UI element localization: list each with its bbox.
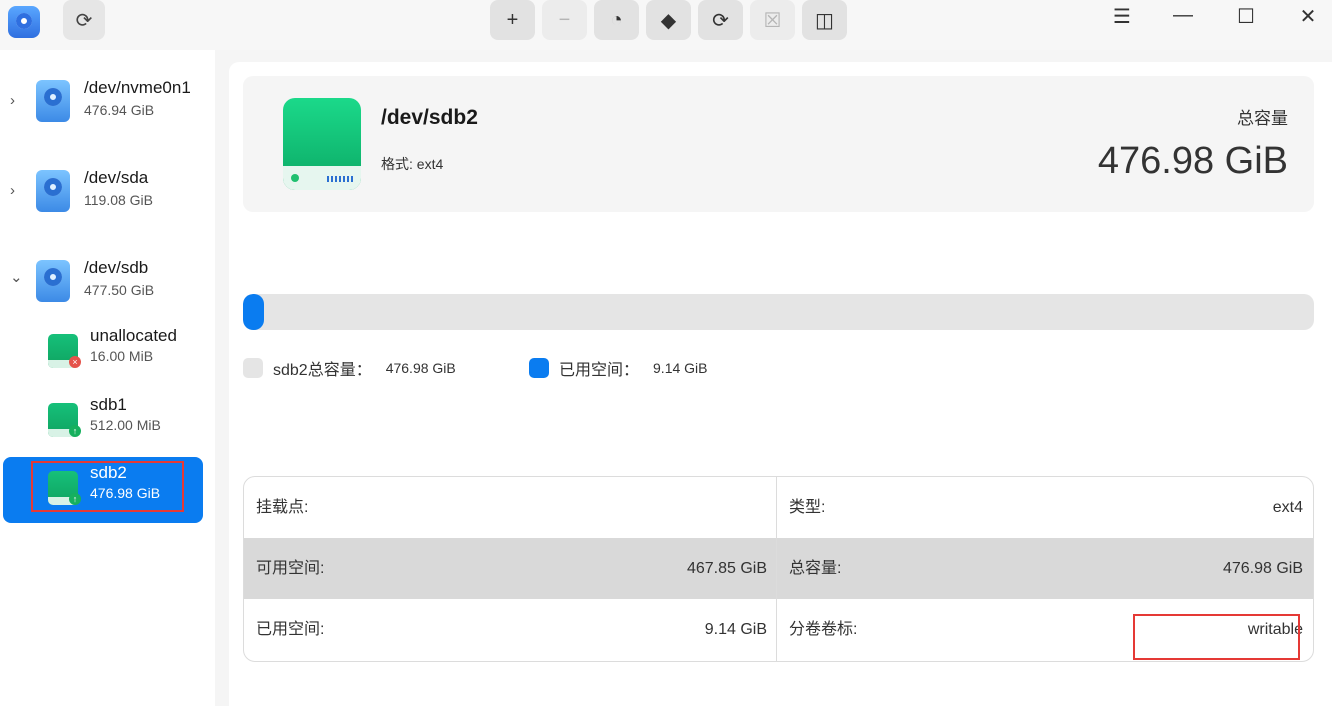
- partition-name: unallocated: [90, 326, 177, 345]
- partition-detail-panel: /dev/sdb2 格式: ext4 总容量 476.98 GiB sdb2总容…: [229, 62, 1332, 706]
- minimize-icon: —: [1173, 4, 1193, 26]
- resize-button[interactable]: ◫: [802, 0, 847, 40]
- mount-point-label: 挂载点:: [256, 499, 309, 516]
- partition-item-sdb1[interactable]: ↑ sdb1 512.00 MiB: [3, 389, 203, 455]
- selection-highlight: [31, 461, 184, 512]
- space-allocation-button[interactable]: ◔: [594, 0, 639, 40]
- maximize-button[interactable]: ☐: [1231, 4, 1261, 29]
- partition-size: 512.00 MiB: [90, 417, 161, 433]
- pie-chart-icon: ◔: [610, 8, 623, 31]
- usage-bar-fill: [243, 294, 264, 330]
- unmount-button[interactable]: ☒: [750, 0, 795, 40]
- create-partition-button[interactable]: +: [490, 0, 535, 40]
- toolbar: + − ◔ ◆ ⟳ ☒ ◫: [490, 0, 847, 40]
- wipe-button[interactable]: ◆: [646, 0, 691, 40]
- type-value: ext4: [1272, 499, 1303, 516]
- used-space-label: 已用空间:: [256, 621, 325, 638]
- disk-size: 476.94 GiB: [84, 102, 155, 118]
- disk-size: 119.08 GiB: [84, 192, 154, 208]
- free-space-label: 可用空间:: [256, 560, 325, 577]
- legend-total-label: sdb2总容量：: [273, 362, 372, 379]
- detail-row: 可用空间: 467.85 GiB 总容量: 476.98 GiB: [244, 538, 1313, 599]
- mount-button[interactable]: ⟳: [698, 0, 743, 40]
- eraser-icon: ◆: [660, 9, 677, 32]
- disk-icon: [36, 170, 70, 212]
- legend-total-value: 476.98 GiB: [385, 360, 456, 376]
- close-icon: ✕: [1299, 6, 1317, 28]
- partition-large-icon: [283, 98, 361, 190]
- disk-icon: [36, 80, 70, 122]
- partition-item-unallocated[interactable]: × unallocated 16.00 MiB: [3, 320, 203, 386]
- volume-label-label: 分卷卷标:: [789, 621, 858, 638]
- disk-name: /dev/sdb: [84, 258, 149, 277]
- legend-total-swatch: [243, 358, 263, 378]
- legend-used: 已用空间： 9.14 GiB: [529, 356, 708, 380]
- total-capacity-value: 476.98 GiB: [1222, 560, 1303, 577]
- menu-icon: ☰: [1113, 6, 1131, 28]
- partition-item-sdb2[interactable]: ↑ sdb2 476.98 GiB: [3, 457, 203, 523]
- refresh-button[interactable]: ⟳: [63, 0, 105, 40]
- main-menu-button[interactable]: ☰: [1107, 4, 1137, 29]
- device-sidebar: › /dev/nvme0n1 476.94 GiB › /dev/sda 119…: [0, 50, 215, 706]
- disk-item-sda[interactable]: › /dev/sda 119.08 GiB: [0, 168, 215, 248]
- chevron-right-icon[interactable]: ›: [10, 92, 15, 109]
- legend-used-swatch: [529, 358, 549, 378]
- disk-name: /dev/sda: [84, 168, 149, 187]
- type-label: 类型:: [789, 499, 826, 516]
- title-bar: ⟳ + − ◔ ◆ ⟳ ☒ ◫ ☰ — ☐ ✕: [0, 0, 1332, 50]
- mounted-badge-icon: ↑: [69, 425, 81, 437]
- delete-partition-button[interactable]: −: [542, 0, 587, 40]
- capacity-label: 总容量: [1237, 109, 1288, 128]
- close-button[interactable]: ✕: [1293, 4, 1323, 29]
- column-divider: [776, 477, 777, 661]
- disk-icon: [36, 260, 70, 302]
- partition-info-card: /dev/sdb2 格式: ext4 总容量 476.98 GiB: [243, 76, 1314, 212]
- used-space-value: 9.14 GiB: [704, 621, 767, 638]
- free-space-value: 467.85 GiB: [686, 560, 767, 577]
- legend-used-value: 9.14 GiB: [653, 360, 708, 376]
- partition-name: sdb1: [90, 395, 127, 414]
- disk-item-nvme0n1[interactable]: › /dev/nvme0n1 476.94 GiB: [0, 78, 215, 158]
- resize-icon: ◫: [815, 9, 834, 32]
- minimize-button[interactable]: —: [1168, 4, 1198, 27]
- disk-size: 477.50 GiB: [84, 282, 155, 298]
- app-logo-icon: [8, 6, 40, 38]
- partition-title: /dev/sdb2: [381, 106, 478, 129]
- plus-icon: +: [506, 8, 519, 31]
- volume-label-highlight: [1133, 614, 1300, 660]
- chevron-down-icon[interactable]: ⌄: [10, 268, 23, 286]
- partition-format: 格式: ext4: [381, 156, 444, 172]
- capacity-value: 476.98 GiB: [1097, 140, 1288, 182]
- partition-size: 16.00 MiB: [90, 348, 154, 364]
- trash-icon: ☒: [763, 9, 782, 32]
- mount-icon: ⟳: [712, 9, 729, 32]
- legend-used-label: 已用空间：: [559, 362, 640, 379]
- minus-icon: −: [558, 8, 571, 31]
- detail-row: 挂载点: 类型: ext4: [244, 477, 1313, 538]
- disk-name: /dev/nvme0n1: [84, 78, 191, 97]
- maximize-icon: ☐: [1237, 6, 1255, 28]
- refresh-icon: ⟳: [75, 9, 93, 32]
- total-capacity-label: 总容量:: [789, 560, 842, 577]
- chevron-right-icon[interactable]: ›: [10, 182, 15, 199]
- usage-bar: [243, 294, 1314, 330]
- legend-total: sdb2总容量： 476.98 GiB: [243, 356, 456, 380]
- error-badge-icon: ×: [69, 356, 81, 368]
